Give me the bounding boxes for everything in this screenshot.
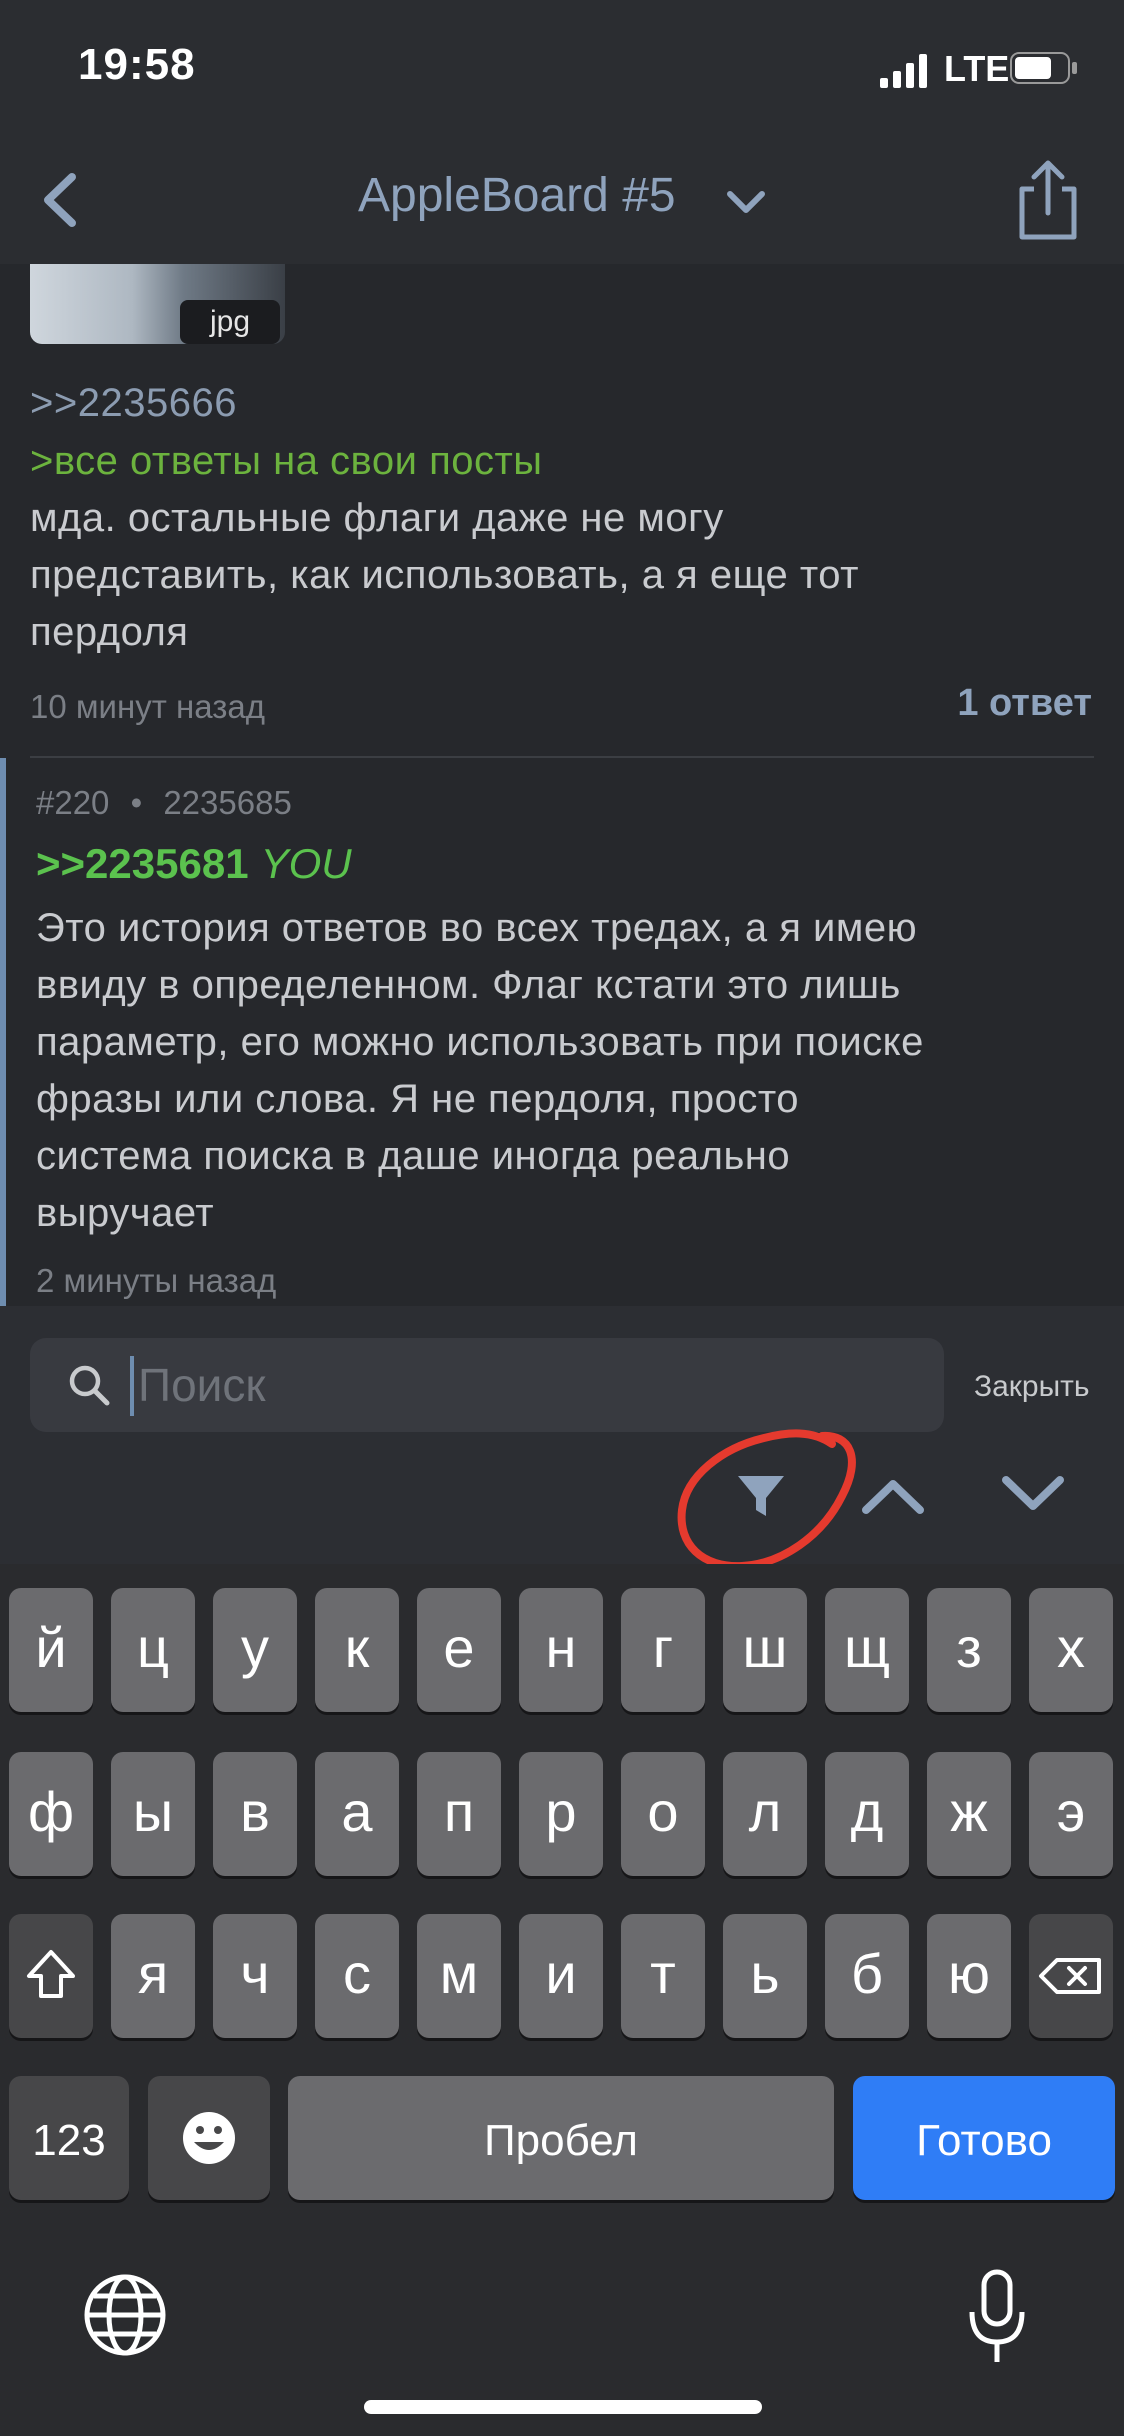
key[interactable]: т (621, 1914, 705, 2038)
post-time: 2 минуты назад (36, 1262, 277, 1299)
image-type-badge: jpg (180, 300, 280, 344)
post-body-line: представить, как использовать, а я еще т… (30, 553, 859, 597)
emoji-icon (183, 2112, 235, 2164)
battery-icon (1010, 52, 1077, 84)
quote-line: >>2235681 YOU (36, 840, 352, 888)
key[interactable]: я (111, 1914, 195, 2038)
post-body-line: пердоля (30, 610, 189, 654)
numbers-key[interactable]: 123 (9, 2076, 129, 2200)
shift-icon (27, 1950, 75, 1998)
post-body-line: параметр, его можно использовать при пои… (36, 1020, 924, 1064)
key[interactable]: а (315, 1752, 399, 1876)
home-indicator (364, 2400, 762, 2414)
key[interactable]: ч (213, 1914, 297, 2038)
post-index: #220 (36, 784, 110, 821)
post-id[interactable]: 2235685 (163, 784, 291, 821)
search-icon (69, 1365, 110, 1406)
highlight-bar (0, 758, 6, 1306)
status-time: 19:58 (78, 40, 196, 89)
key[interactable]: о (621, 1752, 705, 1876)
key[interactable]: к (315, 1588, 399, 1712)
close-search-button[interactable]: Закрыть (974, 1370, 1090, 1404)
key[interactable]: ц (111, 1588, 195, 1712)
key[interactable]: ш (723, 1588, 807, 1712)
key[interactable]: щ (825, 1588, 909, 1712)
key[interactable]: э (1029, 1752, 1113, 1876)
microphone-icon[interactable] (960, 2268, 1034, 2368)
greentext-line: >все ответы на свои посты (30, 439, 543, 483)
globe-icon[interactable] (80, 2270, 170, 2360)
space-key[interactable]: Пробел (288, 2076, 834, 2200)
post-time: 10 минут назад (30, 688, 265, 725)
key[interactable]: д (825, 1752, 909, 1876)
key[interactable]: ю (927, 1914, 1011, 2038)
board-title[interactable]: AppleBoard #5 (358, 168, 676, 223)
key[interactable]: г (621, 1588, 705, 1712)
key[interactable]: б (825, 1914, 909, 2038)
reply-link[interactable]: >>2235666 (30, 375, 237, 432)
quote-link[interactable]: >>2235681 (36, 840, 249, 887)
shift-key[interactable] (9, 1914, 93, 2038)
key[interactable]: п (417, 1752, 501, 1876)
search-placeholder: Поиск (138, 1359, 266, 1411)
back-chevron-icon[interactable] (28, 155, 98, 245)
post-body-line: Это история ответов во всех тредах, а я … (36, 906, 918, 950)
key[interactable]: л (723, 1752, 807, 1876)
key[interactable]: н (519, 1588, 603, 1712)
key[interactable]: м (417, 1914, 501, 2038)
key[interactable]: ы (111, 1752, 195, 1876)
done-key-label: Готово (916, 2116, 1052, 2165)
post-body-line: фразы или слова. Я не пердоля, просто (36, 1077, 799, 1121)
key[interactable]: ф (9, 1752, 93, 1876)
key[interactable]: з (927, 1588, 1011, 1712)
share-icon[interactable] (1010, 155, 1086, 245)
chevron-down-icon[interactable] (988, 1448, 1078, 1538)
numbers-key-label: 123 (32, 2116, 106, 2165)
space-key-label: Пробел (484, 2116, 638, 2165)
key[interactable]: ь (723, 1914, 807, 2038)
key[interactable]: е (417, 1588, 501, 1712)
replies-link[interactable]: 1 ответ (957, 682, 1092, 725)
key[interactable]: й (9, 1588, 93, 1712)
you-marker: YOU (260, 840, 352, 887)
key[interactable]: р (519, 1752, 603, 1876)
signal-icon (880, 54, 927, 88)
post-body-line: ввиду в определенном. Флаг кстати это ли… (36, 963, 901, 1007)
chevron-down-icon[interactable] (722, 182, 770, 222)
key[interactable]: у (213, 1588, 297, 1712)
done-key[interactable]: Готово (853, 2076, 1115, 2200)
key[interactable]: в (213, 1752, 297, 1876)
post-divider (30, 756, 1094, 758)
network-label: LTE (944, 48, 1010, 89)
header-separator: • (130, 784, 143, 821)
annotation-circle (677, 1429, 856, 1571)
emoji-key[interactable] (148, 2076, 270, 2200)
post-header: #220 • 2235685 (36, 784, 292, 822)
post-body-line: система поиска в даше иногда реально (36, 1134, 791, 1178)
backspace-icon (1039, 1958, 1101, 1994)
post-body-line: выручает (36, 1191, 215, 1235)
key[interactable]: х (1029, 1588, 1113, 1712)
key[interactable]: и (519, 1914, 603, 2038)
text-cursor (130, 1356, 134, 1416)
backspace-key[interactable] (1029, 1914, 1113, 2038)
key[interactable]: с (315, 1914, 399, 2038)
post-body-line: мда. остальные флаги даже не могу (30, 496, 724, 540)
key[interactable]: ж (927, 1752, 1011, 1876)
